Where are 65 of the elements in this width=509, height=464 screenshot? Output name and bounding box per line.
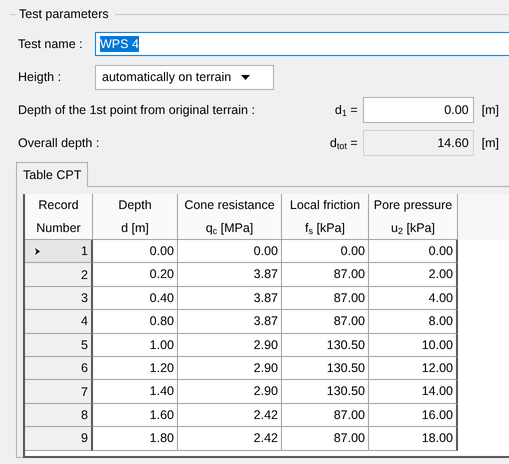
table-cell[interactable]: 1.80: [93, 427, 178, 451]
section-title: Test parameters: [19, 7, 109, 21]
row-number: 2: [81, 266, 88, 284]
unit-label: [m]: [482, 136, 499, 150]
text-field[interactable]: WPS 4: [95, 32, 509, 56]
table-cell[interactable]: 2.90: [178, 356, 282, 380]
table-cell[interactable]: 3.87: [178, 286, 282, 310]
column-header[interactable]: Local friction f$_{s}$ [kPa]: [282, 194, 369, 240]
row-header[interactable]: 5: [25, 334, 93, 357]
row-header[interactable]: 8: [25, 404, 93, 428]
row-header[interactable]: 9: [25, 427, 93, 451]
table-cell[interactable]: 2.90: [178, 334, 282, 357]
row-number: 4: [81, 313, 88, 330]
row-header[interactable]: 2: [25, 263, 93, 287]
field-label: Test name :: [18, 37, 84, 51]
table-cell[interactable]: 130.50: [282, 334, 369, 357]
table-cell[interactable]: 3.87: [178, 310, 282, 334]
row-header[interactable]: 4: [25, 310, 93, 334]
table-cell[interactable]: 87.00: [282, 404, 369, 428]
table-cell[interactable]: 2.90: [178, 380, 282, 404]
table-cell[interactable]: 1.40: [93, 380, 178, 404]
table-cell[interactable]: 0.00: [282, 240, 369, 264]
table-cell[interactable]: 1.20: [93, 356, 178, 380]
table-cell[interactable]: 1.60: [93, 404, 178, 428]
column-header[interactable]: Depth d [m]: [93, 194, 178, 240]
table-cell[interactable]: 0.40: [93, 286, 178, 310]
unit-label: [m]: [482, 103, 499, 117]
symbol-label: d$_{tot}$ =: [328, 136, 358, 150]
tab[interactable]: Table CPT: [16, 162, 88, 187]
row-header[interactable]: 6: [25, 356, 93, 380]
column-header[interactable]: Cone resistance q$_{c}$ [MPa]: [178, 194, 282, 240]
caret-icon: [241, 74, 250, 80]
table-cell[interactable]: 130.50: [282, 380, 369, 404]
table-cell[interactable]: 0.00: [93, 240, 178, 264]
symbol-label: d$_{1}$ =: [334, 102, 358, 118]
row-number: 1: [81, 243, 88, 260]
row-header[interactable]: 1: [25, 240, 93, 264]
field-label: Depth of the 1st point from original terrain :: [18, 103, 255, 117]
dropdown[interactable]: automatically on terrain: [95, 64, 274, 90]
table-cell[interactable]: 3.87: [178, 263, 282, 287]
column-header[interactable]: Pore pressure u$_{2}$ [kPa]: [369, 194, 458, 240]
table-cell[interactable]: 87.00: [282, 427, 369, 451]
table-cell[interactable]: 87.00: [282, 310, 369, 334]
column-header[interactable]: Record Number: [25, 194, 93, 240]
row-header[interactable]: 7: [25, 380, 93, 404]
table-cell[interactable]: 87.00: [282, 263, 369, 287]
table-cell[interactable]: 130.50: [282, 356, 369, 380]
row-number: 6: [81, 360, 88, 378]
field-label: Heigth :: [18, 70, 62, 84]
row-number: 5: [81, 336, 88, 354]
table-cell[interactable]: 0.80: [93, 310, 178, 334]
current-row-icon: [35, 248, 40, 255]
row-number: 3: [81, 290, 88, 307]
row-number: 7: [81, 384, 88, 401]
row-number: 8: [81, 406, 88, 424]
field-label: Overall depth :: [18, 136, 100, 150]
number-field[interactable]: 0.00: [362, 97, 474, 123]
table-cell[interactable]: 2.42: [178, 427, 282, 451]
table-cell[interactable]: 87.00: [282, 286, 369, 310]
table-cell[interactable]: 0.00: [178, 240, 282, 264]
row-number: 9: [81, 430, 88, 448]
table-cell[interactable]: 2.42: [178, 404, 282, 428]
row-header[interactable]: 3: [25, 286, 93, 310]
table-cell[interactable]: 1.00: [93, 334, 178, 357]
table-cell[interactable]: 0.20: [93, 263, 178, 287]
